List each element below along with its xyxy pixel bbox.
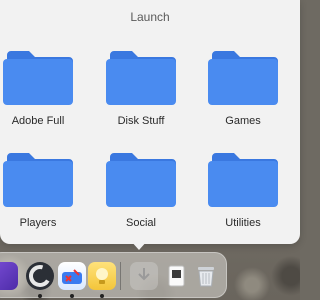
folder-icon <box>3 51 73 105</box>
folder-icon <box>106 153 176 207</box>
folder-label: Utilities <box>225 217 261 229</box>
popover-title: Launch <box>130 10 170 24</box>
trash-icon[interactable] <box>192 262 220 290</box>
folder-label: Social <box>126 217 156 229</box>
folder-label: Adobe Full <box>11 115 65 127</box>
folder-icon <box>208 51 278 105</box>
running-indicator <box>100 294 104 298</box>
folder-label: Disk Stuff <box>117 115 165 127</box>
dock-separator <box>120 262 121 290</box>
lightbulb-app-icon[interactable] <box>88 262 116 290</box>
weather-app-icon[interactable] <box>58 262 86 290</box>
running-indicator <box>70 294 74 298</box>
folder-label: Games <box>225 115 261 127</box>
running-indicator <box>38 294 42 298</box>
folder-icon <box>3 153 73 207</box>
downloads-folder-icon[interactable] <box>130 262 158 290</box>
folder-disk-stuff[interactable]: Disk Stuff <box>96 45 186 137</box>
launch-stack-popover: Launch Adobe Full Disk Stuff Games Playe… <box>0 0 300 244</box>
folder-utilities[interactable]: Utilities <box>198 147 288 239</box>
folder-label: Players <box>19 217 57 229</box>
popover-arrow <box>130 240 148 250</box>
folder-social[interactable]: Social <box>96 147 186 239</box>
folder-players[interactable]: Players <box>0 147 83 239</box>
folder-adobe-full[interactable]: Adobe Full <box>0 45 83 137</box>
document-stack-icon[interactable] <box>162 262 190 290</box>
app-c-icon[interactable] <box>26 262 54 290</box>
folder-games[interactable]: Games <box>198 45 288 137</box>
folder-icon <box>106 51 176 105</box>
folder-icon <box>208 153 278 207</box>
purple-app-icon[interactable] <box>0 262 18 290</box>
